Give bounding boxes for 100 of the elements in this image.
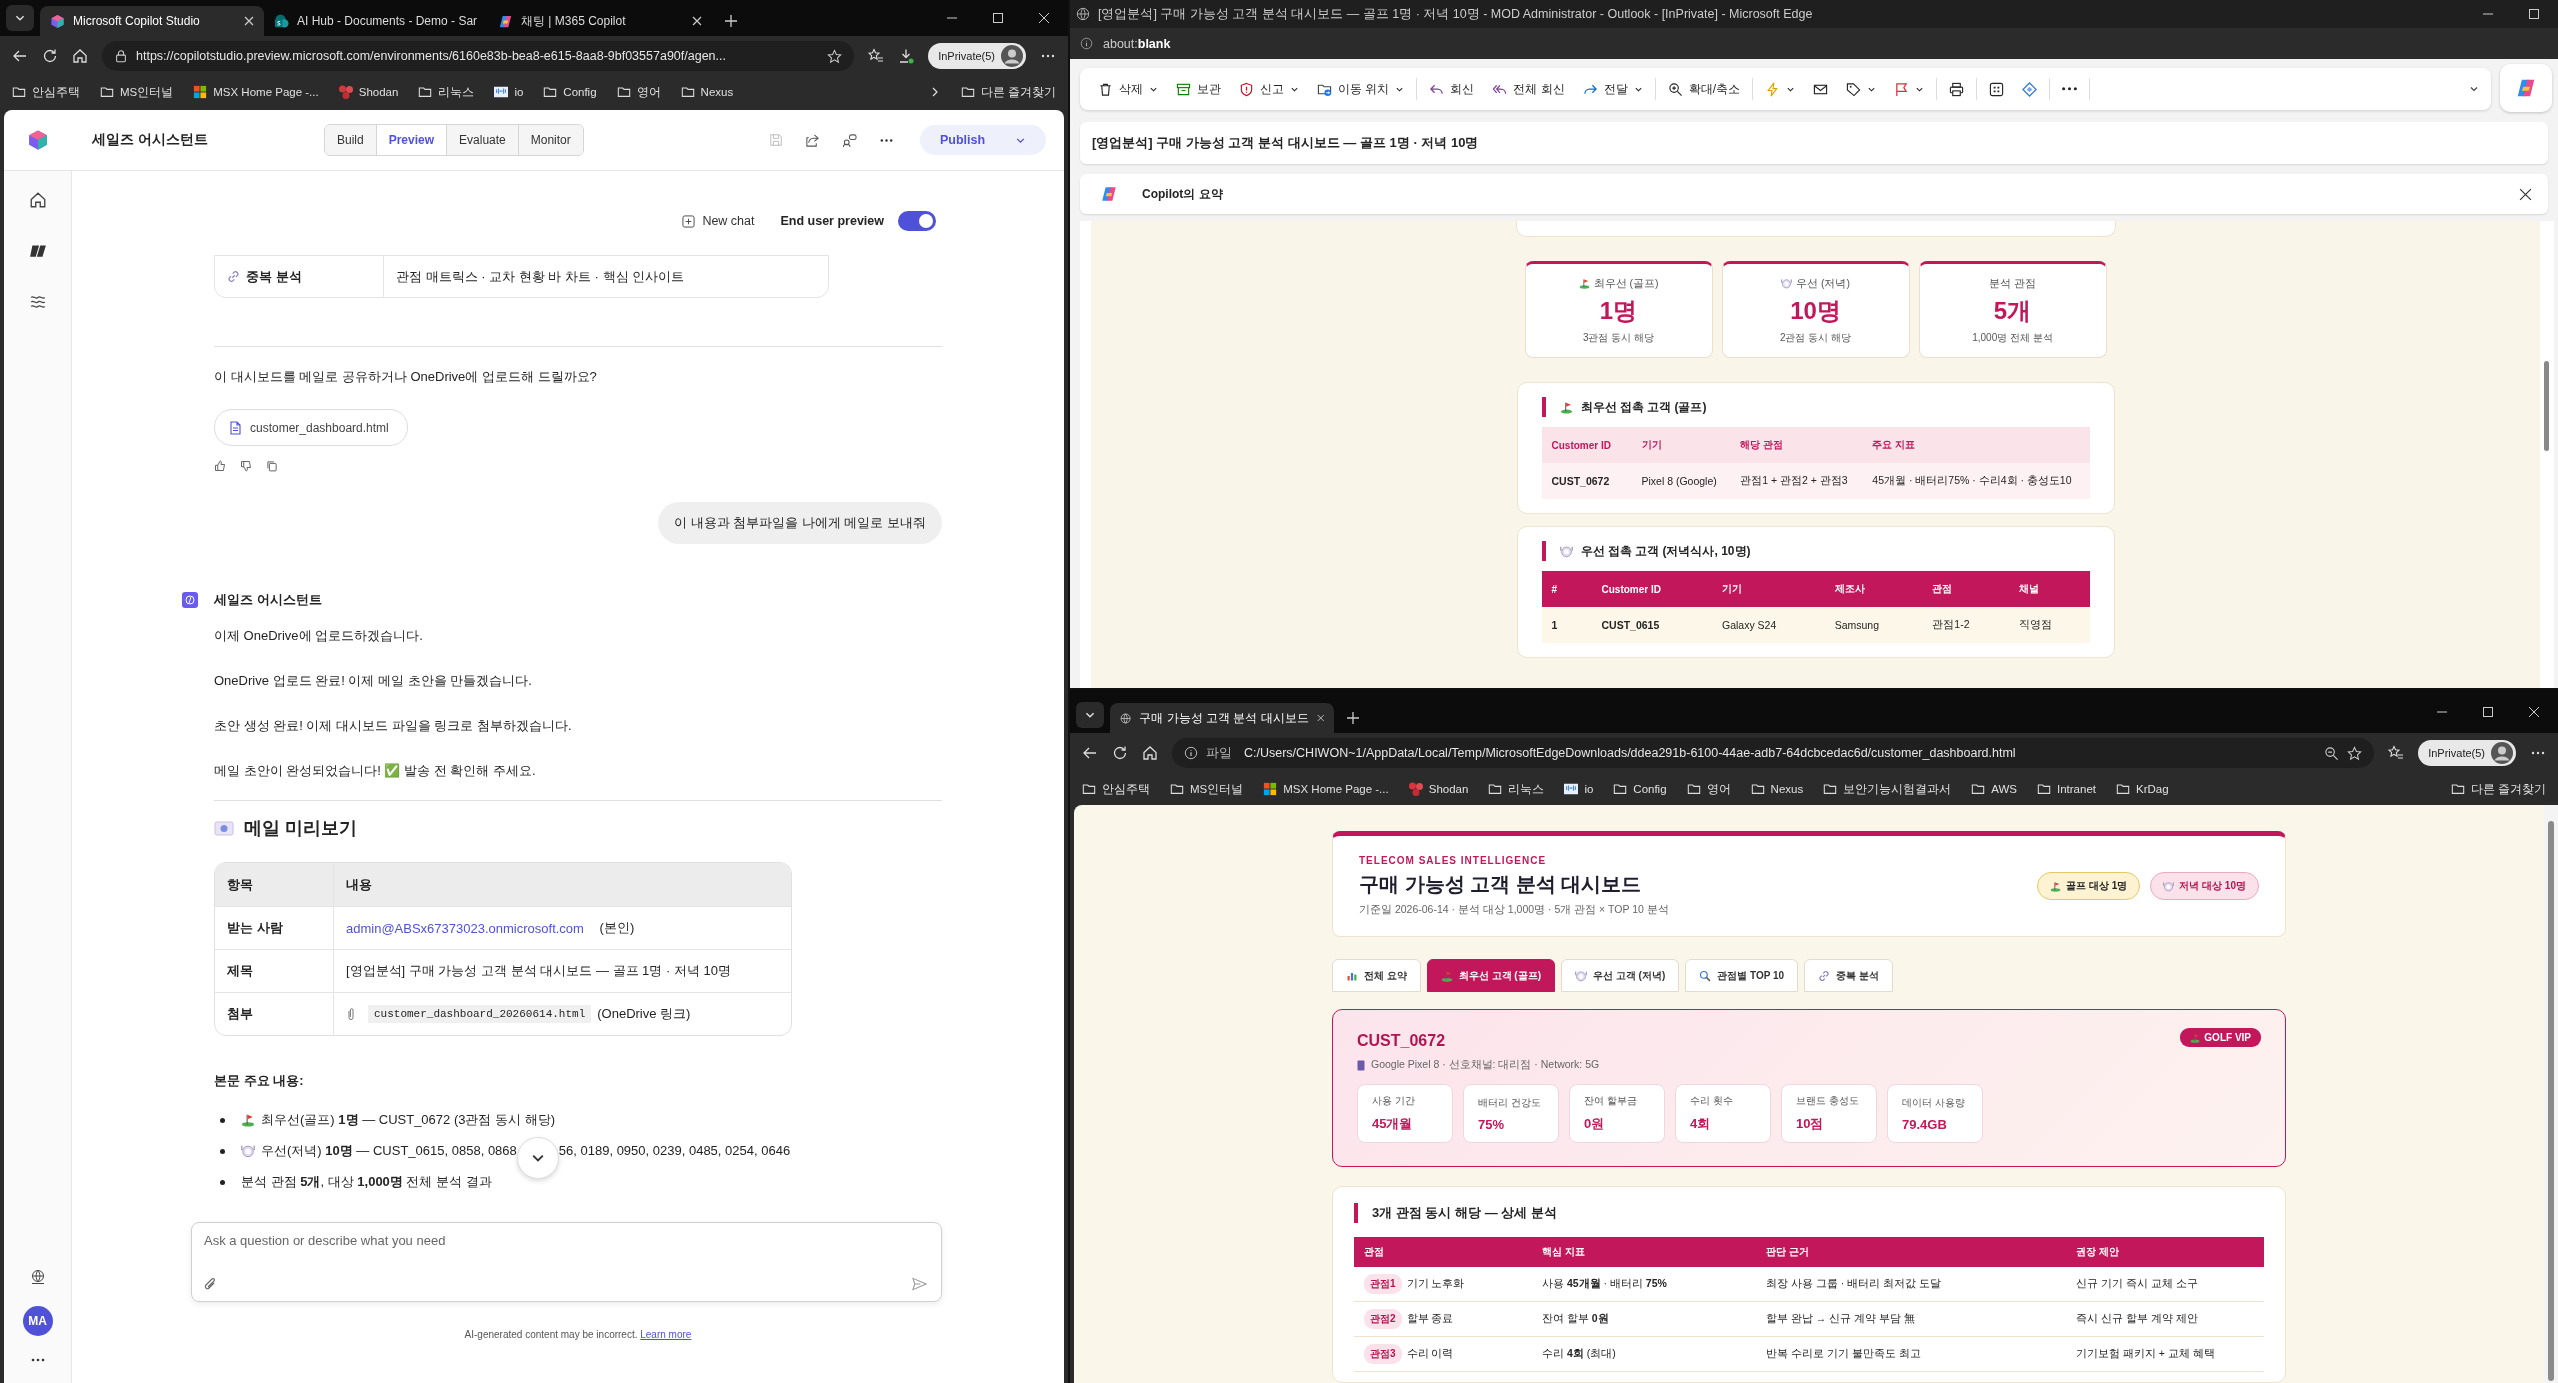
bookmark[interactable]: 영어: [616, 84, 661, 100]
other-favorites[interactable]: 다른 즐겨찾기: [2450, 781, 2546, 797]
bookmark[interactable]: Config: [1613, 782, 1667, 796]
maximize-button[interactable]: [2528, 8, 2540, 20]
column-header: 해당 관점: [1730, 427, 1863, 463]
bookmark[interactable]: AWS: [1971, 782, 2017, 796]
bookmark[interactable]: MSX Home Page -...: [1263, 782, 1389, 796]
copy-icon[interactable]: [266, 460, 278, 472]
tab-actions-button[interactable]: [6, 5, 34, 31]
email-link[interactable]: admin@ABSx67373023.onmicrosoft.com: [346, 920, 584, 936]
column-header: 관점: [1922, 571, 2010, 607]
window-title: [영업분석] 구매 가능성 고객 분석 대시보드 — 골프 1명 · 저녁 10명 - MOD Administrator - Outlook - [InPrivate] - Microsoft Edge: [1098, 5, 1813, 23]
profile-button[interactable]: InPrivate(5): [2418, 740, 2516, 766]
favorites-button[interactable]: [2388, 745, 2405, 761]
new-tab-button[interactable]: [724, 14, 738, 28]
thumbs-down-icon[interactable]: [240, 460, 252, 472]
toolbar-button[interactable]: 신고: [1233, 76, 1305, 102]
publish-button[interactable]: Publish: [920, 125, 1046, 155]
back-button[interactable]: [12, 48, 28, 64]
tab-actions-button[interactable]: [1076, 702, 1104, 728]
bookmark[interactable]: Nexus: [680, 85, 734, 99]
toolbar-button[interactable]: 회신: [1423, 76, 1481, 102]
new-chat-button[interactable]: New chat: [676, 213, 761, 229]
url-text: https://copilotstudio.preview.microsoft.com/environments/6160e83b-bea8-e615-8aa8-9bf03557a90f/agen...: [136, 49, 727, 63]
bookmark[interactable]: io: [1564, 782, 1594, 796]
scrollbar-thumb[interactable]: [2544, 361, 2549, 451]
address-bar[interactable]: 파일 C:/Users/CHIWON~1/AppData/Local/Temp/MicrosoftEdgeDownloads/ddea291b-6100-44ae-adb7-64dcbcedac6d/customer_dashboard.html: [1172, 738, 2375, 768]
address-bar[interactable]: https://copilotstudio.preview.microsoft.com/environments/6160e83b-bea8-e615-8aa8-9bf03557a90f/agen...: [102, 41, 855, 71]
bookmark[interactable]: MSX Home Page -...: [193, 85, 319, 99]
learn-more-link[interactable]: Learn more: [640, 1329, 692, 1340]
agent-logo-icon[interactable]: [28, 242, 47, 260]
bookmark[interactable]: Shodan: [1408, 782, 1469, 796]
star-icon[interactable]: [827, 48, 843, 64]
browser-tab[interactable]: AI Hub - Documents - Demo - Sar: [264, 6, 488, 36]
refresh-button[interactable]: [42, 48, 58, 64]
star-icon[interactable]: [2347, 745, 2363, 761]
mode-tab[interactable]: Build: [325, 125, 377, 155]
copilot-button[interactable]: [2500, 64, 2552, 112]
bookmark[interactable]: MS인터널: [100, 84, 174, 100]
tab[interactable]: 전체 요약: [1332, 959, 1421, 993]
waves-icon[interactable]: [28, 293, 47, 311]
bookmark[interactable]: 리눅스: [1488, 781, 1545, 797]
favorites-button[interactable]: [868, 48, 885, 64]
tab[interactable]: 관점별 TOP 10: [1685, 959, 1799, 993]
toolbar-button[interactable]: 확대/축소: [1661, 76, 1747, 102]
bookmark[interactable]: Nexus: [1750, 782, 1804, 796]
tab[interactable]: 중복 분석: [1804, 959, 1893, 993]
new-tab-button[interactable]: [1346, 711, 1360, 725]
scrollbar-thumb[interactable]: [2548, 821, 2554, 1381]
home-button[interactable]: [72, 48, 88, 64]
bookmark[interactable]: io: [494, 85, 524, 99]
bookmark[interactable]: 영어: [1686, 781, 1731, 797]
more-icon[interactable]: [29, 1357, 46, 1363]
tab[interactable]: 우선 고객 (저녁): [1561, 959, 1680, 993]
paperclip-icon[interactable]: [204, 1277, 217, 1291]
close-button[interactable]: [2528, 705, 2540, 718]
other-favorites[interactable]: 다른 즐겨찾기: [960, 84, 1056, 100]
send-icon[interactable]: [912, 1277, 927, 1291]
bookmark[interactable]: 보안기능시험결과서: [1823, 781, 1952, 797]
download-button[interactable]: [898, 48, 915, 64]
globe-icon[interactable]: [29, 1269, 46, 1285]
metric-value: 75%: [1478, 1116, 1506, 1132]
maximize-button[interactable]: [2482, 705, 2494, 718]
close-icon[interactable]: [2519, 187, 2532, 201]
toolbar-button[interactable]: 보관: [1170, 76, 1227, 102]
preview-toggle[interactable]: [898, 211, 936, 231]
bookmark[interactable]: 안심주택: [12, 84, 80, 100]
user-avatar[interactable]: MA: [22, 1306, 53, 1336]
toolbar-button[interactable]: 전달: [1576, 76, 1649, 102]
bookmark[interactable]: MS인터널: [1170, 781, 1244, 797]
bookmark[interactable]: 리눅스: [418, 84, 475, 100]
bookmark[interactable]: Config: [543, 85, 597, 99]
golf-flag-icon: [2050, 880, 2062, 892]
mode-tab[interactable]: Preview: [376, 125, 448, 155]
maximize-button[interactable]: [992, 12, 1004, 24]
file-attachment[interactable]: customer_dashboard.html: [214, 409, 408, 446]
home-button[interactable]: [1142, 745, 1158, 761]
eyebrow-text: TELECOM SALES INTELLIGENCE: [1359, 855, 1548, 867]
share-icon[interactable]: [805, 132, 820, 148]
thumbs-up-icon[interactable]: [214, 460, 226, 472]
close-button[interactable]: [1038, 12, 1050, 24]
tab[interactable]: 최우선 고객 (골프): [1426, 959, 1555, 993]
toolbar-button[interactable]: 전체 회신: [1486, 76, 1571, 102]
toolbar-button[interactable]: 삭제: [1092, 76, 1164, 102]
browser-tab[interactable]: 채팅 | M365 Copilot: [488, 6, 712, 36]
toolbar-button[interactable]: 이동 위치: [1311, 76, 1411, 102]
chat-input[interactable]: Ask a question or describe what you need: [191, 1222, 942, 1302]
browser-tab[interactable]: Microsoft Copilot Studio: [40, 6, 264, 36]
zoom-icon[interactable]: [2324, 745, 2340, 761]
browser-tab[interactable]: 구매 가능성 고객 분석 대시보드: [1110, 703, 1334, 733]
section-title: 최우선 접촉 고객 (골프): [1580, 398, 1707, 416]
bookmark[interactable]: 안심주택: [1082, 781, 1150, 797]
bookmark[interactable]: Intranet: [2036, 782, 2096, 796]
profile-button[interactable]: InPrivate(5): [928, 43, 1026, 69]
bookmark[interactable]: Shodan: [338, 85, 399, 99]
back-button[interactable]: [1082, 745, 1098, 761]
home-icon[interactable]: [28, 191, 47, 209]
people-icon[interactable]: [842, 132, 857, 148]
refresh-button[interactable]: [1112, 745, 1128, 761]
bookmark[interactable]: KrDag: [2115, 782, 2169, 796]
